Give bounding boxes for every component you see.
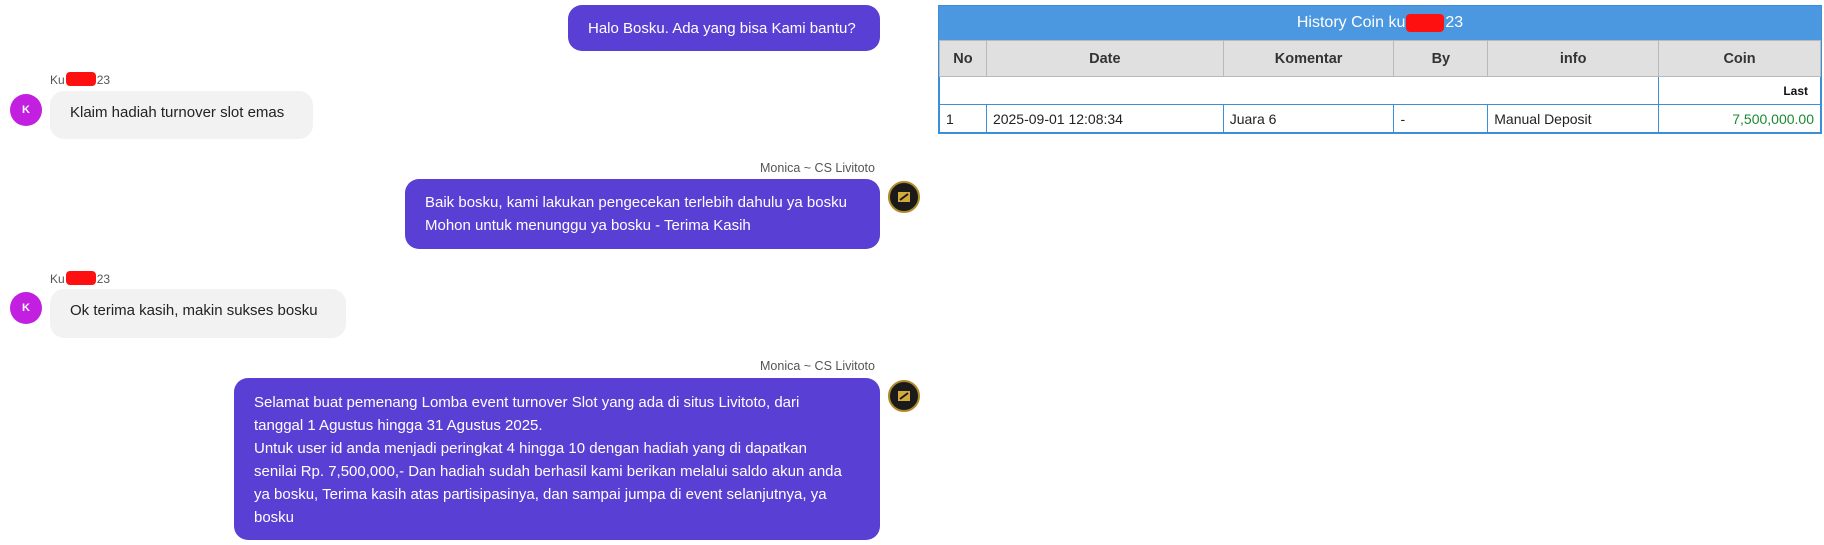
message-bubble-outgoing: Selamat buat pemenang Lomba event turnov…: [234, 378, 880, 540]
cell-date: 2025-09-01 12:08:34: [985, 104, 1224, 133]
message-text: Klaim hadiah turnover slot emas: [70, 104, 285, 121]
history-title: History Coin ku 23: [939, 6, 1821, 40]
cell-coin: 7,500,000.00: [1658, 104, 1821, 133]
agent-name: Monica ~ CS Livitoto: [760, 359, 875, 373]
redaction-mark: [65, 271, 96, 285]
message-text: ya bosku, Terima kasih atas partisipasin…: [254, 486, 827, 503]
table-header-row: No Date Komentar By info Coin: [939, 40, 1821, 77]
message-text: Ok terima kasih, makin sukses bosku: [70, 302, 318, 319]
cell-info: Manual Deposit: [1487, 104, 1660, 133]
history-table: No Date Komentar By info Coin Last 1 202…: [938, 40, 1821, 133]
sender-name: Ku 23: [50, 72, 111, 87]
last-label: Last: [1658, 76, 1821, 105]
column-header-date: Date: [985, 40, 1224, 77]
agent-avatar: [888, 380, 920, 412]
agent-name: Monica ~ CS Livitoto: [760, 161, 875, 175]
sender-name: Ku 23: [50, 271, 111, 286]
agent-avatar: [888, 181, 920, 213]
user-avatar: K: [10, 292, 42, 324]
redaction-mark: [1406, 14, 1445, 32]
column-header-komentar: Komentar: [1222, 40, 1395, 77]
message-bubble-outgoing: Baik bosku, kami lakukan pengecekan terl…: [405, 179, 880, 249]
column-header-no: No: [939, 40, 987, 77]
message-bubble-outgoing: Halo Bosku. Ada yang bisa Kami bantu?: [568, 5, 880, 51]
user-avatar: K: [10, 94, 42, 126]
cell-komentar: Juara 6: [1222, 104, 1395, 133]
message-text: Halo Bosku. Ada yang bisa Kami bantu?: [588, 20, 856, 37]
column-header-coin: Coin: [1658, 40, 1821, 77]
message-bubble-incoming: Klaim hadiah turnover slot emas: [50, 91, 313, 139]
message-text: Selamat buat pemenang Lomba event turnov…: [254, 394, 800, 411]
column-header-by: By: [1393, 40, 1489, 77]
message-text: Mohon untuk menunggu ya bosku - Terima K…: [425, 217, 751, 234]
table-row-last: Last: [938, 76, 1821, 105]
column-header-info: info: [1487, 40, 1660, 77]
message-text: Baik bosku, kami lakukan pengecekan terl…: [425, 194, 847, 211]
logo-icon: [898, 391, 910, 401]
message-text: Untuk user id anda menjadi peringkat 4 h…: [254, 440, 807, 457]
message-text: bosku: [254, 509, 295, 526]
message-text: senilai Rp. 7,500,000,- Dan hadiah sudah…: [254, 463, 842, 480]
cell-no: 1: [939, 104, 987, 133]
logo-icon: [898, 192, 910, 202]
history-coin-panel: History Coin ku 23 No Date Komentar By in…: [938, 5, 1822, 134]
table-row: 1 2025-09-01 12:08:34 Juara 6 - Manual D…: [939, 104, 1821, 133]
message-bubble-incoming: Ok terima kasih, makin sukses bosku: [50, 289, 346, 338]
cell-by: -: [1393, 104, 1489, 133]
message-text: tanggal 1 Agustus hingga 31 Agustus 2025…: [254, 417, 543, 434]
redaction-mark: [65, 72, 96, 86]
